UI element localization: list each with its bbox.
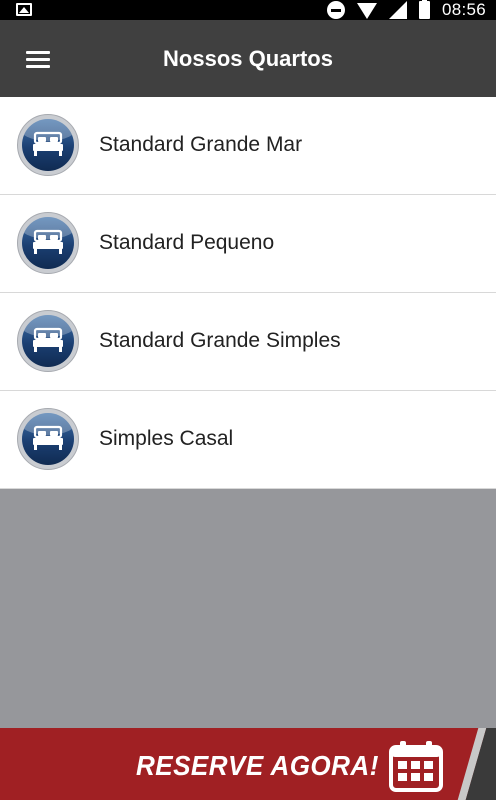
room-label: Standard Grande Mar <box>99 133 303 156</box>
reserve-now-button[interactable]: RESERVE AGORA! <box>0 728 496 800</box>
page-title: Nossos Quartos <box>163 46 333 71</box>
room-item-simples-casal[interactable]: Simples Casal <box>0 391 496 489</box>
room-item-standard-grande-mar[interactable]: Standard Grande Mar <box>0 97 496 195</box>
calendar-icon <box>389 741 443 792</box>
room-label: Simples Casal <box>99 427 234 450</box>
room-list: Standard Grande Mar Standard Pequeno Sta… <box>0 97 496 489</box>
room-item-standard-pequeno[interactable]: Standard Pequeno <box>0 195 496 293</box>
room-avatar <box>17 114 79 176</box>
wifi-icon <box>356 3 377 19</box>
bed-icon <box>33 425 63 450</box>
image-icon <box>16 3 32 16</box>
room-label: Standard Grande Simples <box>99 329 341 352</box>
bed-icon <box>33 327 63 352</box>
room-label: Standard Pequeno <box>99 231 275 254</box>
battery-icon <box>418 0 430 19</box>
reserve-now-label: RESERVE AGORA! <box>136 750 379 781</box>
bed-icon <box>33 229 63 254</box>
status-time: 08:56 <box>441 0 486 19</box>
status-bar: 08:56 <box>0 0 496 20</box>
room-avatar <box>17 408 79 470</box>
room-avatar <box>17 310 79 372</box>
status-icons: 08:56 <box>326 0 486 20</box>
app-bar: Nossos Quartos <box>0 20 496 97</box>
room-avatar <box>17 212 79 274</box>
signal-icon <box>388 1 407 19</box>
bed-icon <box>33 131 63 156</box>
room-item-standard-grande-simples[interactable]: Standard Grande Simples <box>0 293 496 391</box>
do-not-disturb-icon <box>326 1 345 19</box>
